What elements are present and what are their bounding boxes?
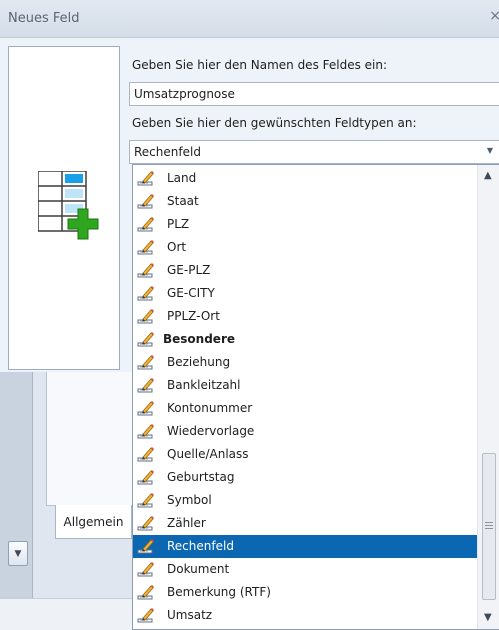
list-item[interactable]: GE-CITY xyxy=(133,282,477,305)
list-item[interactable]: PLZ xyxy=(133,213,477,236)
list-item-label: Wiedervorlage xyxy=(167,424,255,438)
list-item-label: Quelle/Anlass xyxy=(167,447,249,461)
new-field-icon xyxy=(38,171,99,240)
list-item[interactable]: Quelle/Anlass xyxy=(133,443,477,466)
list-item-label: GE-CITY xyxy=(167,286,215,300)
list-item[interactable]: Kontonummer xyxy=(133,397,477,420)
tab-allgemein[interactable]: Allgemein xyxy=(55,505,132,539)
scroll-up-icon[interactable]: ▲ xyxy=(484,170,492,181)
list-item[interactable]: Rechenfeld xyxy=(133,535,477,558)
dialog-title: Neues Feld xyxy=(8,11,80,26)
tab-allgemein-label: Allgemein xyxy=(63,514,124,529)
list-item-label: Staat xyxy=(167,194,199,208)
list-item[interactable]: Land xyxy=(133,167,477,190)
list-item-label: GE-PLZ xyxy=(167,263,211,277)
scrollbar-thumb[interactable] xyxy=(482,453,496,600)
pencil-ruler-icon xyxy=(137,170,155,186)
pencil-ruler-icon xyxy=(137,538,155,554)
pencil-ruler-icon xyxy=(137,216,155,232)
list-item[interactable]: Wiedervorlage xyxy=(133,420,477,443)
list-item-label: Kontonummer xyxy=(167,401,253,415)
list-item[interactable]: Geburtstag xyxy=(133,466,477,489)
pencil-ruler-icon xyxy=(137,285,155,301)
list-item[interactable]: Umsatz xyxy=(133,604,477,627)
chevron-down-icon: ▼ xyxy=(14,548,22,559)
list-item-label: Bemerkung (RTF) xyxy=(167,585,271,599)
list-item[interactable]: Symbol xyxy=(133,489,477,512)
list-item[interactable]: Staat xyxy=(133,190,477,213)
list-item-label: PPLZ-Ort xyxy=(167,309,220,323)
background-dropdown-button[interactable]: ▼ xyxy=(8,541,28,566)
pencil-ruler-icon xyxy=(137,354,155,370)
pencil-ruler-icon xyxy=(137,423,155,439)
list-item[interactable]: Bemerkung (RTF) xyxy=(133,581,477,604)
field-type-list[interactable]: Land Staat PLZ Ort GE-PLZ GE-CITY PPLZ-Ort Beso… xyxy=(132,164,499,630)
list-item[interactable]: Ort xyxy=(133,236,477,259)
scroll-down-icon[interactable]: ▼ xyxy=(484,612,492,623)
type-prompt: Geben Sie hier den gewünschten Feldtypen… xyxy=(132,116,417,130)
pencil-ruler-icon xyxy=(137,239,155,255)
pencil-ruler-icon xyxy=(137,262,155,278)
field-name-input[interactable]: Umsatzprognose xyxy=(129,82,499,106)
pencil-ruler-icon xyxy=(137,331,155,347)
list-item-label: Zähler xyxy=(167,516,206,530)
dropdown-scrollbar[interactable]: ▲ ▼ xyxy=(477,165,499,629)
pencil-ruler-icon xyxy=(137,469,155,485)
pencil-ruler-icon xyxy=(137,377,155,393)
list-item[interactable]: PPLZ-Ort xyxy=(133,305,477,328)
list-item-label: Ort xyxy=(167,240,187,254)
pencil-ruler-icon xyxy=(137,193,155,209)
list-item-label: Besondere xyxy=(163,332,235,346)
list-item-label: PLZ xyxy=(167,217,190,231)
pencil-ruler-icon xyxy=(137,561,155,577)
field-type-value: Rechenfeld xyxy=(134,145,201,159)
list-item-label: Beziehung xyxy=(167,355,231,369)
icon-panel xyxy=(8,46,120,370)
list-item-label: Land xyxy=(167,171,197,185)
field-type-select[interactable]: Rechenfeld ▼ xyxy=(129,140,499,164)
list-item[interactable]: Zähler xyxy=(133,512,477,535)
pencil-ruler-icon xyxy=(137,446,155,462)
pencil-ruler-icon xyxy=(137,515,155,531)
list-item[interactable]: Dokument xyxy=(133,558,477,581)
list-item-label: Rechenfeld xyxy=(167,539,234,553)
pencil-ruler-icon xyxy=(137,584,155,600)
pencil-ruler-icon xyxy=(137,308,155,324)
name-prompt: Geben Sie hier den Namen des Feldes ein: xyxy=(132,58,388,72)
list-group-header: Besondere xyxy=(133,328,477,351)
list-item[interactable]: Bankleitzahl xyxy=(133,374,477,397)
list-item-label: Bankleitzahl xyxy=(167,378,241,392)
list-item-label: Dokument xyxy=(167,562,230,576)
chevron-down-icon[interactable]: ▼ xyxy=(487,146,493,155)
pencil-ruler-icon xyxy=(137,492,155,508)
list-item-label: Symbol xyxy=(167,493,212,507)
pencil-ruler-icon xyxy=(137,400,155,416)
list-item-label: Geburtstag xyxy=(167,470,235,484)
grip-icon xyxy=(485,522,493,529)
dialog-titlebar: Neues Feld × xyxy=(0,0,499,38)
close-icon[interactable]: × xyxy=(489,8,499,24)
list-item-label: Umsatz xyxy=(167,608,213,622)
list-item[interactable]: GE-PLZ xyxy=(133,259,477,282)
pencil-ruler-icon xyxy=(137,607,155,623)
list-item[interactable]: Beziehung xyxy=(133,351,477,374)
